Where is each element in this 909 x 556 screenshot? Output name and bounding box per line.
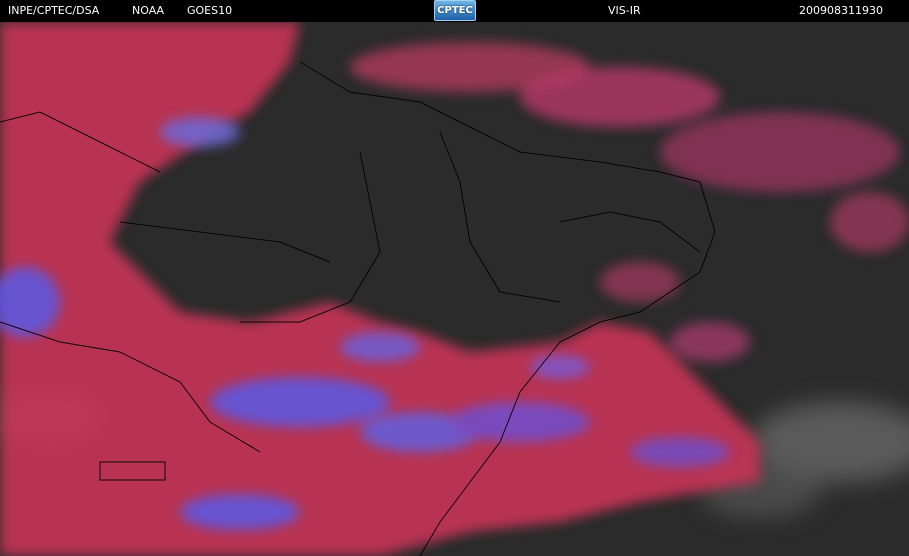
- logo-text: CPTEC: [437, 5, 473, 16]
- timestamp-label: 200908311930: [799, 4, 883, 17]
- satellite-label: GOES10: [187, 4, 233, 17]
- header-bar: INPE/CPTEC/DSA NOAA GOES10 CPTEC VIS-IR …: [0, 0, 909, 22]
- satellite-image: [0, 22, 909, 556]
- cptec-logo: CPTEC: [434, 0, 476, 21]
- agency-label: INPE/CPTEC/DSA: [8, 4, 100, 17]
- product-label: VIS-IR: [608, 4, 641, 17]
- partner-label: NOAA: [132, 4, 165, 17]
